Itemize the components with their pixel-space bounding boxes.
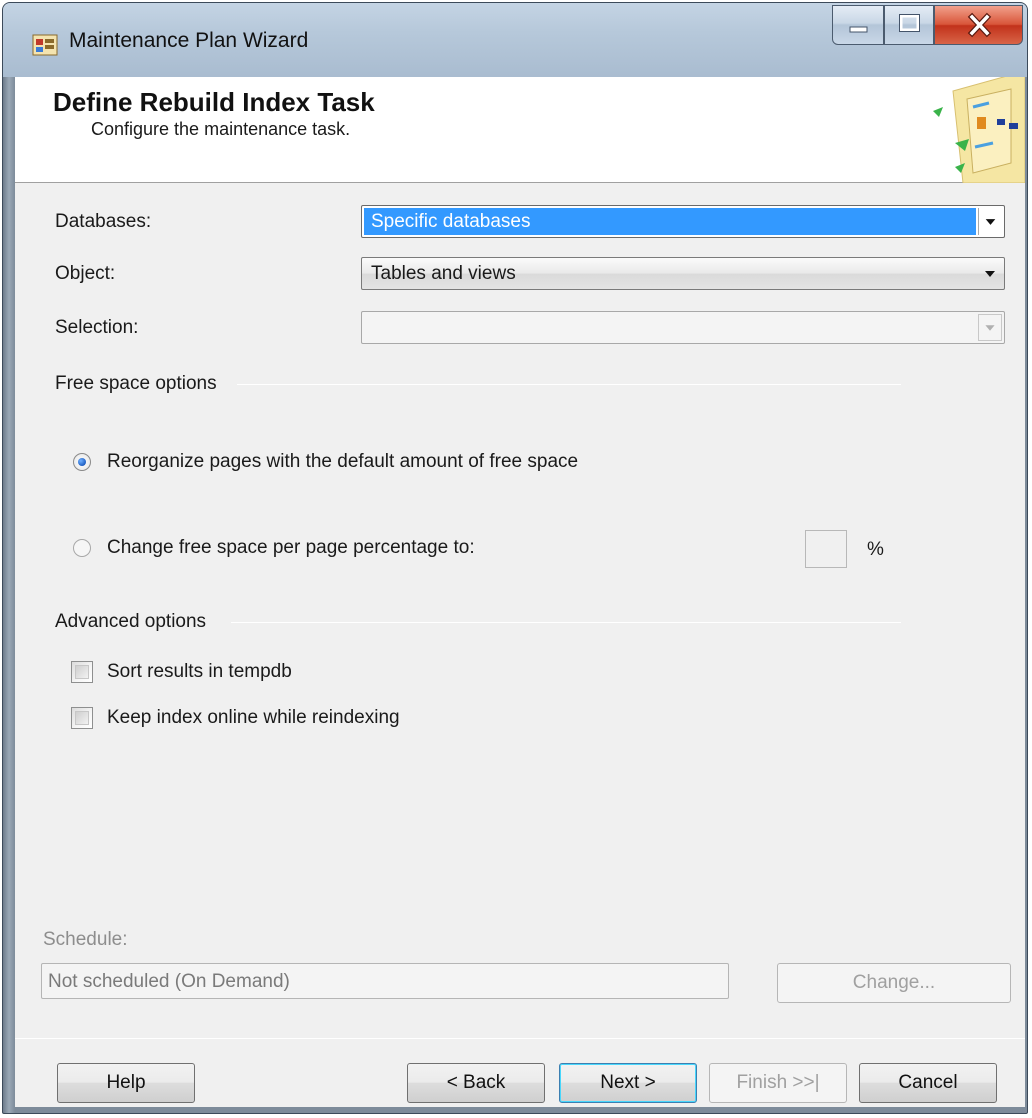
group-divider: [231, 622, 901, 623]
radio-change-free-space[interactable]: [73, 539, 91, 557]
databases-dropdown[interactable]: Specific databases: [361, 205, 1005, 238]
wizard-client-area: Define Rebuild Index Task Configure the …: [15, 77, 1025, 1107]
object-dropdown[interactable]: Tables and views: [361, 257, 1005, 290]
wizard-window: Maintenance Plan Wizard Define Rebuild I…: [2, 2, 1028, 1114]
schedule-change-button[interactable]: Change...: [777, 963, 1011, 1003]
finish-button[interactable]: Finish >>|: [709, 1063, 847, 1103]
help-button[interactable]: Help: [57, 1063, 195, 1103]
databases-value: Specific databases: [371, 211, 531, 232]
minimize-button[interactable]: [832, 5, 884, 45]
default-free-space-label[interactable]: Reorganize pages with the default amount…: [107, 451, 578, 473]
close-icon: [967, 12, 992, 38]
back-button[interactable]: < Back: [407, 1063, 545, 1103]
chevron-down-icon[interactable]: [978, 260, 1002, 287]
chevron-down-icon[interactable]: [978, 208, 1002, 235]
databases-label: Databases:: [55, 211, 152, 232]
sort-in-tempdb-label[interactable]: Sort results in tempdb: [107, 661, 292, 683]
maintenance-plan-icon: [32, 34, 58, 56]
page-title: Define Rebuild Index Task: [53, 87, 375, 117]
percent-unit-label: %: [867, 539, 884, 560]
chevron-down-icon[interactable]: [978, 314, 1002, 341]
window-title: Maintenance Plan Wizard: [69, 29, 309, 52]
free-space-percent-input[interactable]: [805, 530, 847, 568]
schedule-label: Schedule:: [43, 929, 128, 950]
keep-online-label[interactable]: Keep index online while reindexing: [107, 707, 400, 729]
wizard-banner-graphic: [933, 77, 1025, 183]
maximize-button[interactable]: [884, 5, 934, 45]
selection-label: Selection:: [55, 317, 139, 338]
minimize-icon: [849, 26, 868, 33]
schedule-field: Not scheduled (On Demand): [41, 963, 729, 999]
radio-selected-dot: [78, 458, 86, 466]
radio-default-free-space[interactable]: [73, 453, 91, 471]
title-bar[interactable]: Maintenance Plan Wizard: [3, 3, 1027, 77]
object-value: Tables and views: [371, 263, 516, 284]
schedule-value: Not scheduled (On Demand): [48, 971, 290, 992]
close-button[interactable]: [934, 5, 1023, 45]
page-subtitle: Configure the maintenance task.: [91, 119, 351, 139]
next-button[interactable]: Next >: [559, 1063, 697, 1103]
selection-dropdown[interactable]: [361, 311, 1005, 344]
group-divider: [237, 384, 901, 385]
maximize-icon: [899, 14, 920, 32]
advanced-group-label: Advanced options: [55, 611, 207, 632]
keep-online-checkbox[interactable]: [71, 707, 93, 729]
free-space-group-label: Free space options: [55, 373, 217, 394]
object-label: Object:: [55, 263, 116, 284]
change-free-space-label[interactable]: Change free space per page percentage to…: [107, 537, 475, 559]
cancel-button[interactable]: Cancel: [859, 1063, 997, 1103]
sort-in-tempdb-checkbox[interactable]: [71, 661, 93, 683]
footer-divider: [15, 1038, 1025, 1039]
wizard-header: Define Rebuild Index Task Configure the …: [15, 77, 1025, 183]
